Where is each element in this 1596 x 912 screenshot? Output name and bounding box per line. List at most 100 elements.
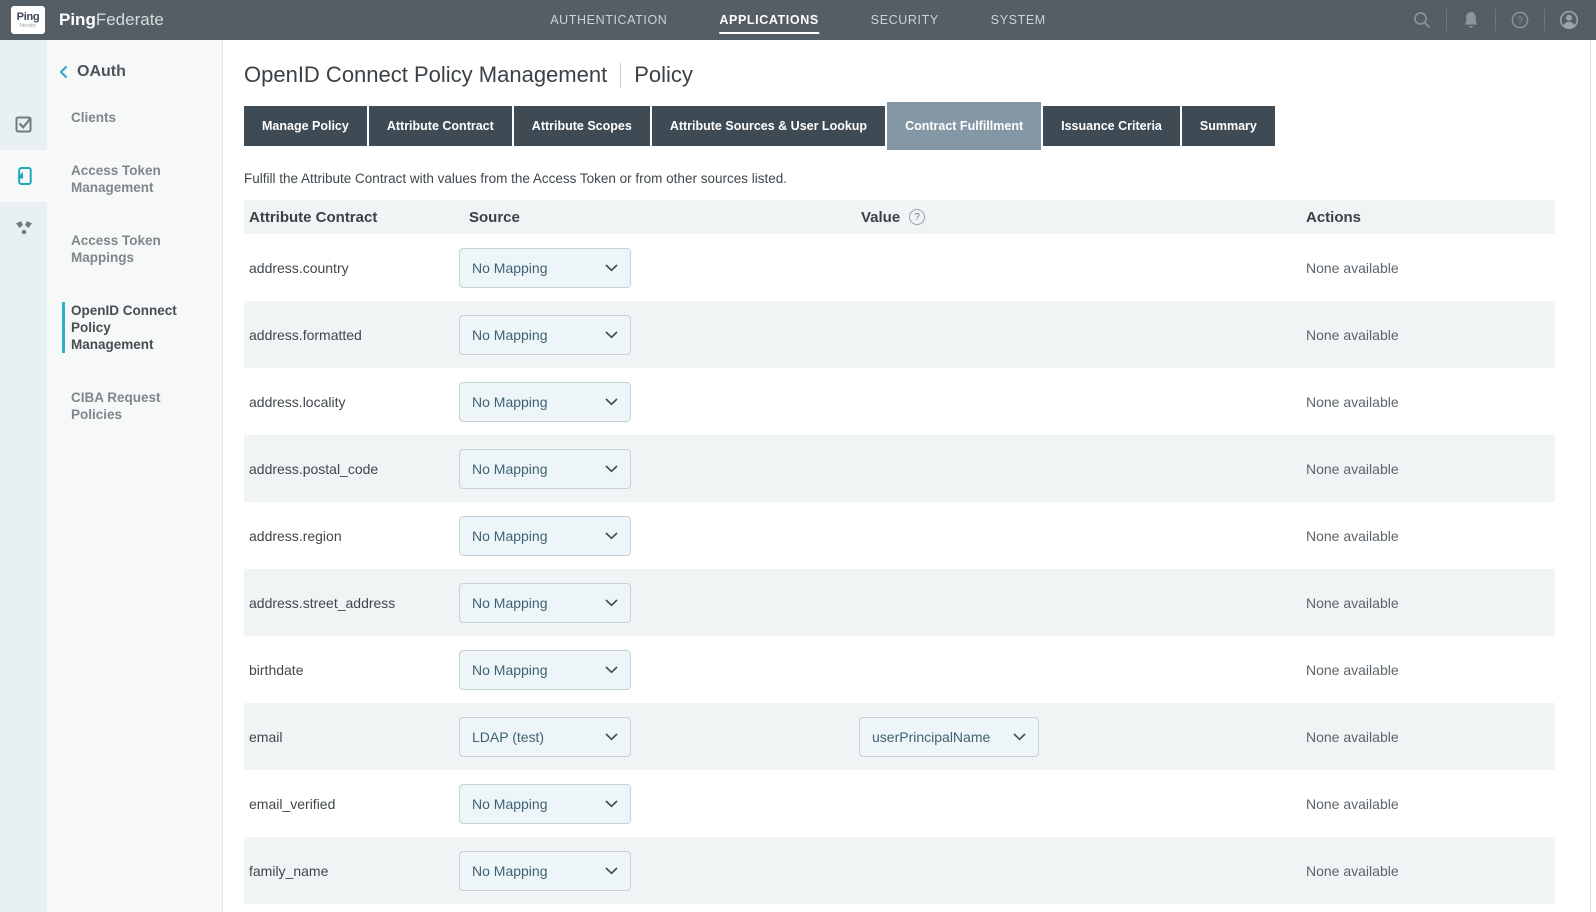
attribute-name: address.postal_code: [244, 461, 459, 477]
table-row: address.postal_code No Mapping None avai…: [244, 435, 1555, 502]
tab-attribute-scopes[interactable]: Attribute Scopes: [514, 106, 650, 146]
title-divider: [620, 63, 621, 88]
svg-text:?: ?: [1517, 16, 1523, 27]
divider: [1495, 9, 1496, 31]
table-row: email LDAP (test) userPrincipalName None…: [244, 703, 1555, 770]
attribute-name: email_verified: [244, 796, 459, 812]
source-select[interactable]: LDAP (test): [459, 717, 631, 757]
attribute-name: address.street_address: [244, 595, 459, 611]
logo-sub: Identity: [20, 23, 36, 29]
source-select[interactable]: No Mapping: [459, 315, 631, 355]
sidebar-item-openid-connect-policy-management[interactable]: OpenID Connect Policy Management: [62, 302, 188, 353]
col-header-actions: Actions: [1304, 209, 1555, 226]
table-body: address.country No Mapping None availabl…: [244, 234, 1555, 904]
tab-issuance-criteria[interactable]: Issuance Criteria: [1043, 106, 1180, 146]
table-row: family_name No Mapping None available: [244, 837, 1555, 904]
chevron-down-icon: [605, 264, 618, 272]
tab-attribute-contract[interactable]: Attribute Contract: [369, 106, 512, 146]
bell-icon[interactable]: [1452, 7, 1490, 33]
nav-authentication[interactable]: AUTHENTICATION: [550, 0, 667, 40]
nav-system[interactable]: SYSTEM: [991, 0, 1046, 40]
attribute-name: address.locality: [244, 394, 459, 410]
search-icon[interactable]: [1403, 7, 1441, 33]
col-header-source: Source: [459, 209, 859, 226]
sidebar: OAuth Clients Access Token Management Acce…: [47, 40, 223, 912]
actions-text: None available: [1304, 327, 1555, 343]
value-select[interactable]: userPrincipalName: [859, 717, 1039, 757]
chevron-down-icon: [605, 800, 618, 808]
nav-applications[interactable]: APPLICATIONS: [719, 0, 818, 40]
source-select[interactable]: No Mapping: [459, 382, 631, 422]
page-subtitle-text: Policy: [634, 62, 693, 88]
chevron-down-icon: [605, 465, 618, 473]
chevron-down-icon: [1013, 733, 1026, 741]
brand-ping: Ping: [59, 10, 96, 29]
chevron-left-icon: [59, 65, 68, 79]
sidebar-items: Clients Access Token Management Access Tok…: [47, 109, 222, 423]
rail-spacer: [0, 40, 47, 98]
product-name: PingFederate: [59, 10, 164, 30]
icon-rail: [0, 40, 47, 912]
help-icon[interactable]: ?: [1501, 7, 1539, 33]
chevron-down-icon: [605, 867, 618, 875]
source-select[interactable]: No Mapping: [459, 449, 631, 489]
nav-security[interactable]: SECURITY: [871, 0, 939, 40]
actions-text: None available: [1304, 595, 1555, 611]
sidebar-item-ciba-request-policies[interactable]: CIBA Request Policies: [71, 389, 197, 423]
source-select[interactable]: No Mapping: [459, 248, 631, 288]
table-row: birthdate No Mapping None available: [244, 636, 1555, 703]
chevron-down-icon: [605, 398, 618, 406]
sidebar-item-clients[interactable]: Clients: [71, 109, 197, 126]
fulfillment-table: Attribute Contract Source Value ? Action…: [244, 200, 1555, 904]
chevron-down-icon: [605, 331, 618, 339]
table-row: address.country No Mapping None availabl…: [244, 234, 1555, 301]
actions-text: None available: [1304, 729, 1555, 745]
access-token-mappings-icon[interactable]: [0, 202, 47, 254]
table-row: address.formatted No Mapping None availa…: [244, 301, 1555, 368]
table-row: address.region No Mapping None available: [244, 502, 1555, 569]
value-help-icon[interactable]: ?: [909, 209, 925, 225]
tab-contract-fulfillment[interactable]: Contract Fulfillment: [887, 102, 1041, 150]
sidebar-back-oauth[interactable]: OAuth: [47, 62, 222, 82]
source-select[interactable]: No Mapping: [459, 851, 631, 891]
main-content: OpenID Connect Policy Management Policy …: [223, 40, 1590, 912]
source-select[interactable]: No Mapping: [459, 784, 631, 824]
sidebar-item-access-token-mappings[interactable]: Access Token Mappings: [71, 232, 197, 266]
attribute-name: address.region: [244, 528, 459, 544]
page-title: OpenID Connect Policy Management Policy: [244, 62, 1590, 88]
header-actions: ?: [1403, 7, 1588, 33]
ping-identity-logo[interactable]: Ping Identity: [11, 6, 45, 34]
tab-manage-policy[interactable]: Manage Policy: [244, 106, 367, 146]
back-link-label: OAuth: [77, 63, 126, 81]
actions-text: None available: [1304, 528, 1555, 544]
tab-bar: Manage PolicyAttribute ContractAttribute…: [244, 102, 1590, 150]
brand-federate: Federate: [96, 10, 164, 29]
vertical-scrollbar[interactable]: [1590, 40, 1596, 912]
sidebar-item-access-token-management[interactable]: Access Token Management: [71, 162, 197, 196]
attribute-name: family_name: [244, 863, 459, 879]
account-icon[interactable]: [1550, 7, 1588, 33]
actions-text: None available: [1304, 394, 1555, 410]
primary-nav: AUTHENTICATION APPLICATIONS SECURITY SYSTEM: [550, 0, 1046, 40]
top-navigation-bar: Ping Identity PingFederate AUTHENTICATIO…: [0, 0, 1596, 40]
tab-summary[interactable]: Summary: [1182, 106, 1275, 146]
attribute-name: email: [244, 729, 459, 745]
attribute-name: address.formatted: [244, 327, 459, 343]
actions-text: None available: [1304, 662, 1555, 678]
actions-text: None available: [1304, 796, 1555, 812]
source-select[interactable]: No Mapping: [459, 650, 631, 690]
table-row: address.locality No Mapping None availab…: [244, 368, 1555, 435]
chevron-down-icon: [605, 733, 618, 741]
source-select[interactable]: No Mapping: [459, 516, 631, 556]
tab-attribute-sources-user-lookup[interactable]: Attribute Sources & User Lookup: [652, 106, 885, 146]
col-header-value: Value ?: [859, 209, 1304, 226]
clients-icon[interactable]: [0, 98, 47, 150]
source-select[interactable]: No Mapping: [459, 583, 631, 623]
table-row: address.street_address No Mapping None a…: [244, 569, 1555, 636]
access-token-management-icon[interactable]: [0, 150, 47, 202]
chevron-down-icon: [605, 599, 618, 607]
logo-word: Ping: [17, 12, 40, 23]
divider: [1544, 9, 1545, 31]
actions-text: None available: [1304, 461, 1555, 477]
actions-text: None available: [1304, 863, 1555, 879]
